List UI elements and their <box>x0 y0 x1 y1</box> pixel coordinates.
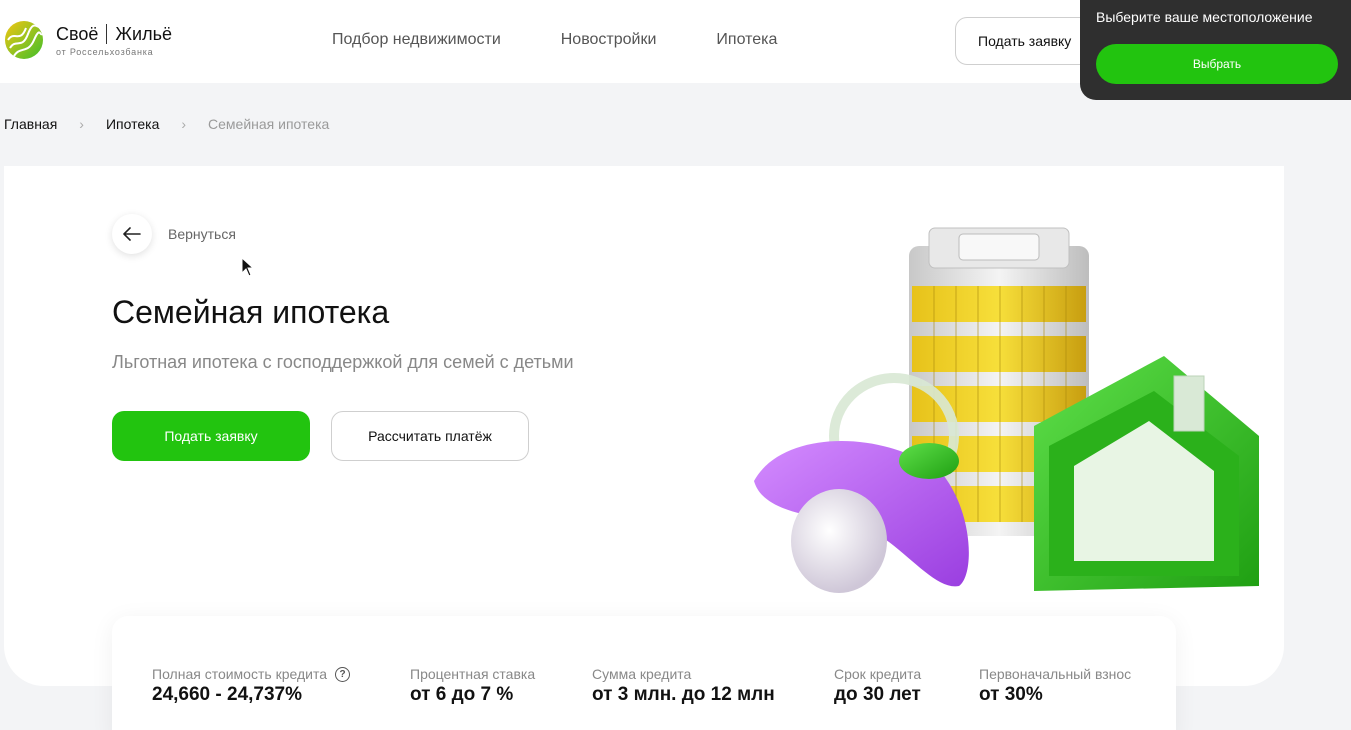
breadcrumb: Главная › Ипотека › Семейная ипотека <box>4 116 329 132</box>
hero-card: Вернуться Семейная ипотека Льготная ипот… <box>4 166 1284 686</box>
brand-subtitle: от Россельхозбанка <box>56 46 154 57</box>
stat-label: Сумма кредита <box>592 666 692 682</box>
location-popup: Выберите ваше местоположение Выбрать <box>1080 0 1351 100</box>
page-title: Семейная ипотека <box>112 294 390 330</box>
main-nav: Подбор недвижимости Новостройки Ипотека <box>332 31 777 49</box>
arrow-left-icon <box>123 227 141 241</box>
stat-down-payment: Первоначальный взнос от 30% <box>979 666 1131 706</box>
brand-logo[interactable]: Своё Жильё от Россельхозбанка <box>4 20 172 60</box>
stat-value: до 30 лет <box>834 684 921 705</box>
stat-value: от 3 млн. до 12 млн <box>592 684 775 705</box>
brand-name: Своё <box>56 23 99 44</box>
back-button[interactable] <box>112 214 152 254</box>
stat-label: Процентная ставка <box>410 666 536 682</box>
cursor-icon <box>241 257 255 277</box>
brand-separator <box>106 23 108 44</box>
stat-interest-rate: Процентная ставка от 6 до 7 % <box>410 666 535 706</box>
family-mortgage-illustration <box>754 227 1259 593</box>
calculate-payment-button[interactable]: Рассчитать платёж <box>331 411 529 461</box>
stat-full-cost: Полная стоимость кредита ? 24,660 - 24,7… <box>152 666 350 706</box>
breadcrumb-current: Семейная ипотека <box>208 116 330 132</box>
page-subtitle: Льготная ипотека с господдержкой для сем… <box>112 352 574 372</box>
brand-name-second: Жильё <box>115 23 172 44</box>
nav-mortgage[interactable]: Ипотека <box>716 31 777 49</box>
nav-new-buildings[interactable]: Новостройки <box>561 31 657 49</box>
location-select-button[interactable]: Выбрать <box>1096 44 1338 84</box>
nav-property-search[interactable]: Подбор недвижимости <box>332 31 501 49</box>
stat-value: от 30% <box>979 684 1043 705</box>
breadcrumb-mortgage[interactable]: Ипотека <box>106 116 159 132</box>
help-icon[interactable]: ? <box>335 666 350 682</box>
apply-button[interactable]: Подать заявку <box>112 411 310 461</box>
stat-value: 24,660 - 24,737% <box>152 684 303 705</box>
loan-stats-card: Полная стоимость кредита ? 24,660 - 24,7… <box>112 616 1176 730</box>
stat-loan-amount: Сумма кредита от 3 млн. до 12 млн <box>592 666 775 706</box>
stat-value: от 6 до 7 % <box>410 684 514 705</box>
chevron-right-icon: › <box>181 116 187 132</box>
logo-mark-icon <box>5 21 43 59</box>
back-label[interactable]: Вернуться <box>168 226 236 242</box>
stat-label: Первоначальный взнос <box>979 666 1132 682</box>
stat-loan-term: Срок кредита до 30 лет <box>834 666 921 706</box>
location-prompt: Выберите ваше местоположение <box>1096 9 1313 25</box>
breadcrumb-home[interactable]: Главная <box>4 116 57 132</box>
stat-label: Полная стоимость кредита <box>152 666 327 682</box>
stat-label: Срок кредита <box>834 666 922 682</box>
chevron-right-icon: › <box>79 116 84 132</box>
